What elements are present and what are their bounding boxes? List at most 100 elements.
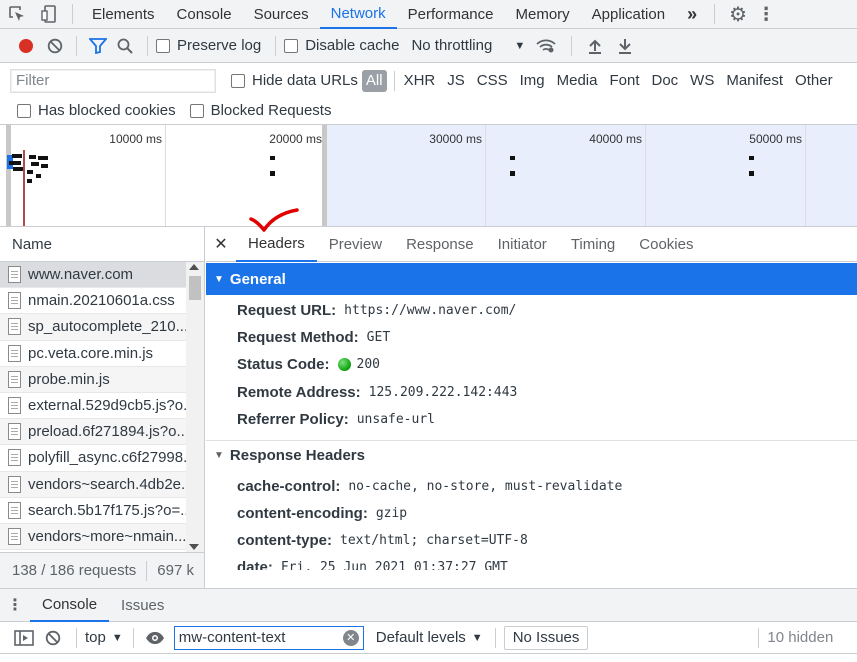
disable-cache-checkbox[interactable]: Disable cache bbox=[284, 37, 399, 54]
console-filter-text[interactable] bbox=[178, 629, 344, 646]
tab-application[interactable]: Application bbox=[581, 0, 676, 29]
network-toolbar: Preserve log Disable cache No throttling… bbox=[0, 29, 857, 63]
log-levels-select[interactable]: Default levels ▼ bbox=[376, 629, 483, 646]
tab-response[interactable]: Response bbox=[394, 227, 486, 262]
live-expression-eye-icon[interactable] bbox=[142, 622, 168, 654]
console-filter-input[interactable]: ✕ bbox=[173, 625, 364, 650]
tab-preview[interactable]: Preview bbox=[317, 227, 394, 262]
toolbar-divider bbox=[76, 627, 77, 648]
inspect-element-icon[interactable] bbox=[0, 0, 34, 29]
scrollbar-thumb[interactable] bbox=[189, 276, 201, 300]
filter-icon[interactable] bbox=[85, 29, 111, 63]
hide-data-urls-checkbox[interactable]: Hide data URLs bbox=[231, 72, 358, 89]
request-row[interactable]: search.5b17f175.js?o=... bbox=[0, 498, 186, 524]
filter-type-manifest[interactable]: Manifest bbox=[720, 70, 789, 92]
throttling-value: No throttling bbox=[411, 37, 493, 54]
tab-sources[interactable]: Sources bbox=[243, 0, 320, 29]
tab-elements[interactable]: Elements bbox=[81, 0, 166, 29]
document-icon bbox=[8, 527, 21, 545]
drawer-tab-issues[interactable]: Issues bbox=[109, 589, 176, 622]
header-value: unsafe-url bbox=[356, 411, 435, 427]
request-row[interactable]: preload.6f271894.js?o... bbox=[0, 419, 186, 446]
has-blocked-cookies-checkbox[interactable]: Has blocked cookies bbox=[17, 102, 176, 119]
export-har-icon[interactable] bbox=[610, 29, 640, 63]
request-row[interactable]: external.529d9cb5.js?o... bbox=[0, 393, 186, 420]
tab-memory[interactable]: Memory bbox=[505, 0, 581, 29]
document-icon bbox=[8, 370, 21, 388]
record-icon[interactable] bbox=[10, 29, 42, 63]
request-row[interactable]: vendors~search.4db2e... bbox=[0, 471, 186, 498]
general-row: Status Code: 200 bbox=[237, 353, 380, 375]
more-options-icon[interactable]: ⋮ bbox=[753, 0, 779, 29]
filter-type-xhr[interactable]: XHR bbox=[398, 70, 442, 92]
blocked-requests-box[interactable] bbox=[189, 103, 204, 118]
filter-type-css[interactable]: CSS bbox=[471, 70, 514, 92]
request-row[interactable]: pc.veta.core.min.js bbox=[0, 341, 186, 367]
request-row[interactable]: vendors~more~nmain... bbox=[0, 523, 186, 551]
scroll-down-arrow-icon[interactable] bbox=[189, 544, 199, 550]
request-list-scrollbar[interactable] bbox=[186, 262, 204, 552]
tab-network[interactable]: Network bbox=[319, 0, 397, 29]
tab-performance[interactable]: Performance bbox=[397, 0, 505, 29]
request-row[interactable]: polyfill_async.c6f27998... bbox=[0, 445, 186, 472]
filter-type-other[interactable]: Other bbox=[789, 70, 839, 92]
scroll-up-arrow-icon[interactable] bbox=[189, 264, 199, 270]
no-issues-button[interactable]: No Issues bbox=[503, 625, 589, 650]
disable-cache-box[interactable] bbox=[284, 38, 299, 53]
filter-type-ws[interactable]: WS bbox=[684, 70, 720, 92]
preserve-log-checkbox[interactable]: Preserve log bbox=[156, 37, 261, 54]
response-headers-section-header[interactable]: ▼ Response Headers bbox=[206, 440, 857, 470]
filter-type-all[interactable]: All bbox=[361, 69, 387, 92]
hidden-messages-count: 10 hidden bbox=[767, 629, 834, 646]
request-name: search.5b17f175.js?o=... bbox=[28, 501, 186, 519]
search-icon[interactable] bbox=[111, 29, 139, 63]
header-key: content-type: bbox=[237, 531, 332, 549]
clear-console-icon[interactable] bbox=[38, 622, 68, 654]
request-row[interactable]: nmain.20210601a.css bbox=[0, 288, 186, 315]
settings-gear-icon[interactable]: ⚙ bbox=[723, 0, 753, 29]
tab-cookies[interactable]: Cookies bbox=[627, 227, 705, 262]
filter-type-font[interactable]: Font bbox=[603, 70, 645, 92]
filter-type-media[interactable]: Media bbox=[551, 70, 604, 92]
request-row[interactable]: probe.min.js bbox=[0, 366, 186, 393]
hide-data-urls-box[interactable] bbox=[231, 73, 245, 88]
tab-initiator[interactable]: Initiator bbox=[486, 227, 559, 262]
tab-console[interactable]: Console bbox=[166, 0, 243, 29]
close-detail-icon[interactable]: ✕ bbox=[206, 227, 236, 262]
request-row[interactable]: www.naver.com bbox=[0, 262, 186, 289]
context-selector[interactable]: top ▼ bbox=[85, 629, 123, 646]
general-section-header[interactable]: ▼ General bbox=[206, 263, 857, 295]
dropdown-arrow-icon: ▼ bbox=[471, 631, 483, 644]
general-section-title: General bbox=[229, 270, 286, 288]
more-tabs-button[interactable]: » bbox=[676, 0, 708, 29]
filter-input[interactable]: Filter bbox=[10, 68, 216, 93]
clear-icon[interactable] bbox=[42, 29, 68, 63]
filter-type-doc[interactable]: Doc bbox=[645, 70, 684, 92]
import-har-icon[interactable] bbox=[580, 29, 610, 63]
request-row[interactable]: sp_autocomplete_210... bbox=[0, 314, 186, 341]
blocked-requests-checkbox[interactable]: Blocked Requests bbox=[189, 102, 331, 119]
request-name: nmain.20210601a.css bbox=[28, 292, 175, 310]
clear-filter-icon[interactable]: ✕ bbox=[342, 629, 359, 646]
name-column-header[interactable]: Name bbox=[0, 227, 204, 262]
document-icon bbox=[8, 449, 21, 467]
console-sidebar-icon[interactable] bbox=[10, 622, 38, 654]
header-key: Request URL: bbox=[237, 301, 337, 319]
network-overview-timeline[interactable]: 10000 ms 20000 ms 30000 ms 40000 ms 5000… bbox=[0, 125, 857, 227]
device-toolbar-icon[interactable] bbox=[34, 0, 64, 29]
drawer-tab-console[interactable]: Console bbox=[30, 589, 110, 622]
filter-type-js[interactable]: JS bbox=[441, 70, 471, 92]
toolbar-divider bbox=[132, 627, 134, 648]
toolbar-divider bbox=[72, 4, 73, 24]
network-conditions-icon[interactable] bbox=[529, 29, 563, 63]
header-value: Fri, 25 Jun 2021 01:37:27 GMT bbox=[280, 559, 508, 571]
filter-bar: Filter Hide data URLs All XHR JS CSS Img… bbox=[0, 64, 857, 97]
drawer-menu-icon[interactable]: ⋮ bbox=[0, 589, 30, 622]
name-column-label: Name bbox=[12, 235, 53, 253]
filter-type-img[interactable]: Img bbox=[514, 70, 551, 92]
preserve-log-box[interactable] bbox=[156, 38, 170, 53]
tab-timing[interactable]: Timing bbox=[559, 227, 627, 262]
header-key: content-encoding: bbox=[237, 504, 368, 522]
has-blocked-cookies-box[interactable] bbox=[17, 103, 31, 118]
throttling-select[interactable]: No throttling ▼ bbox=[411, 37, 525, 54]
